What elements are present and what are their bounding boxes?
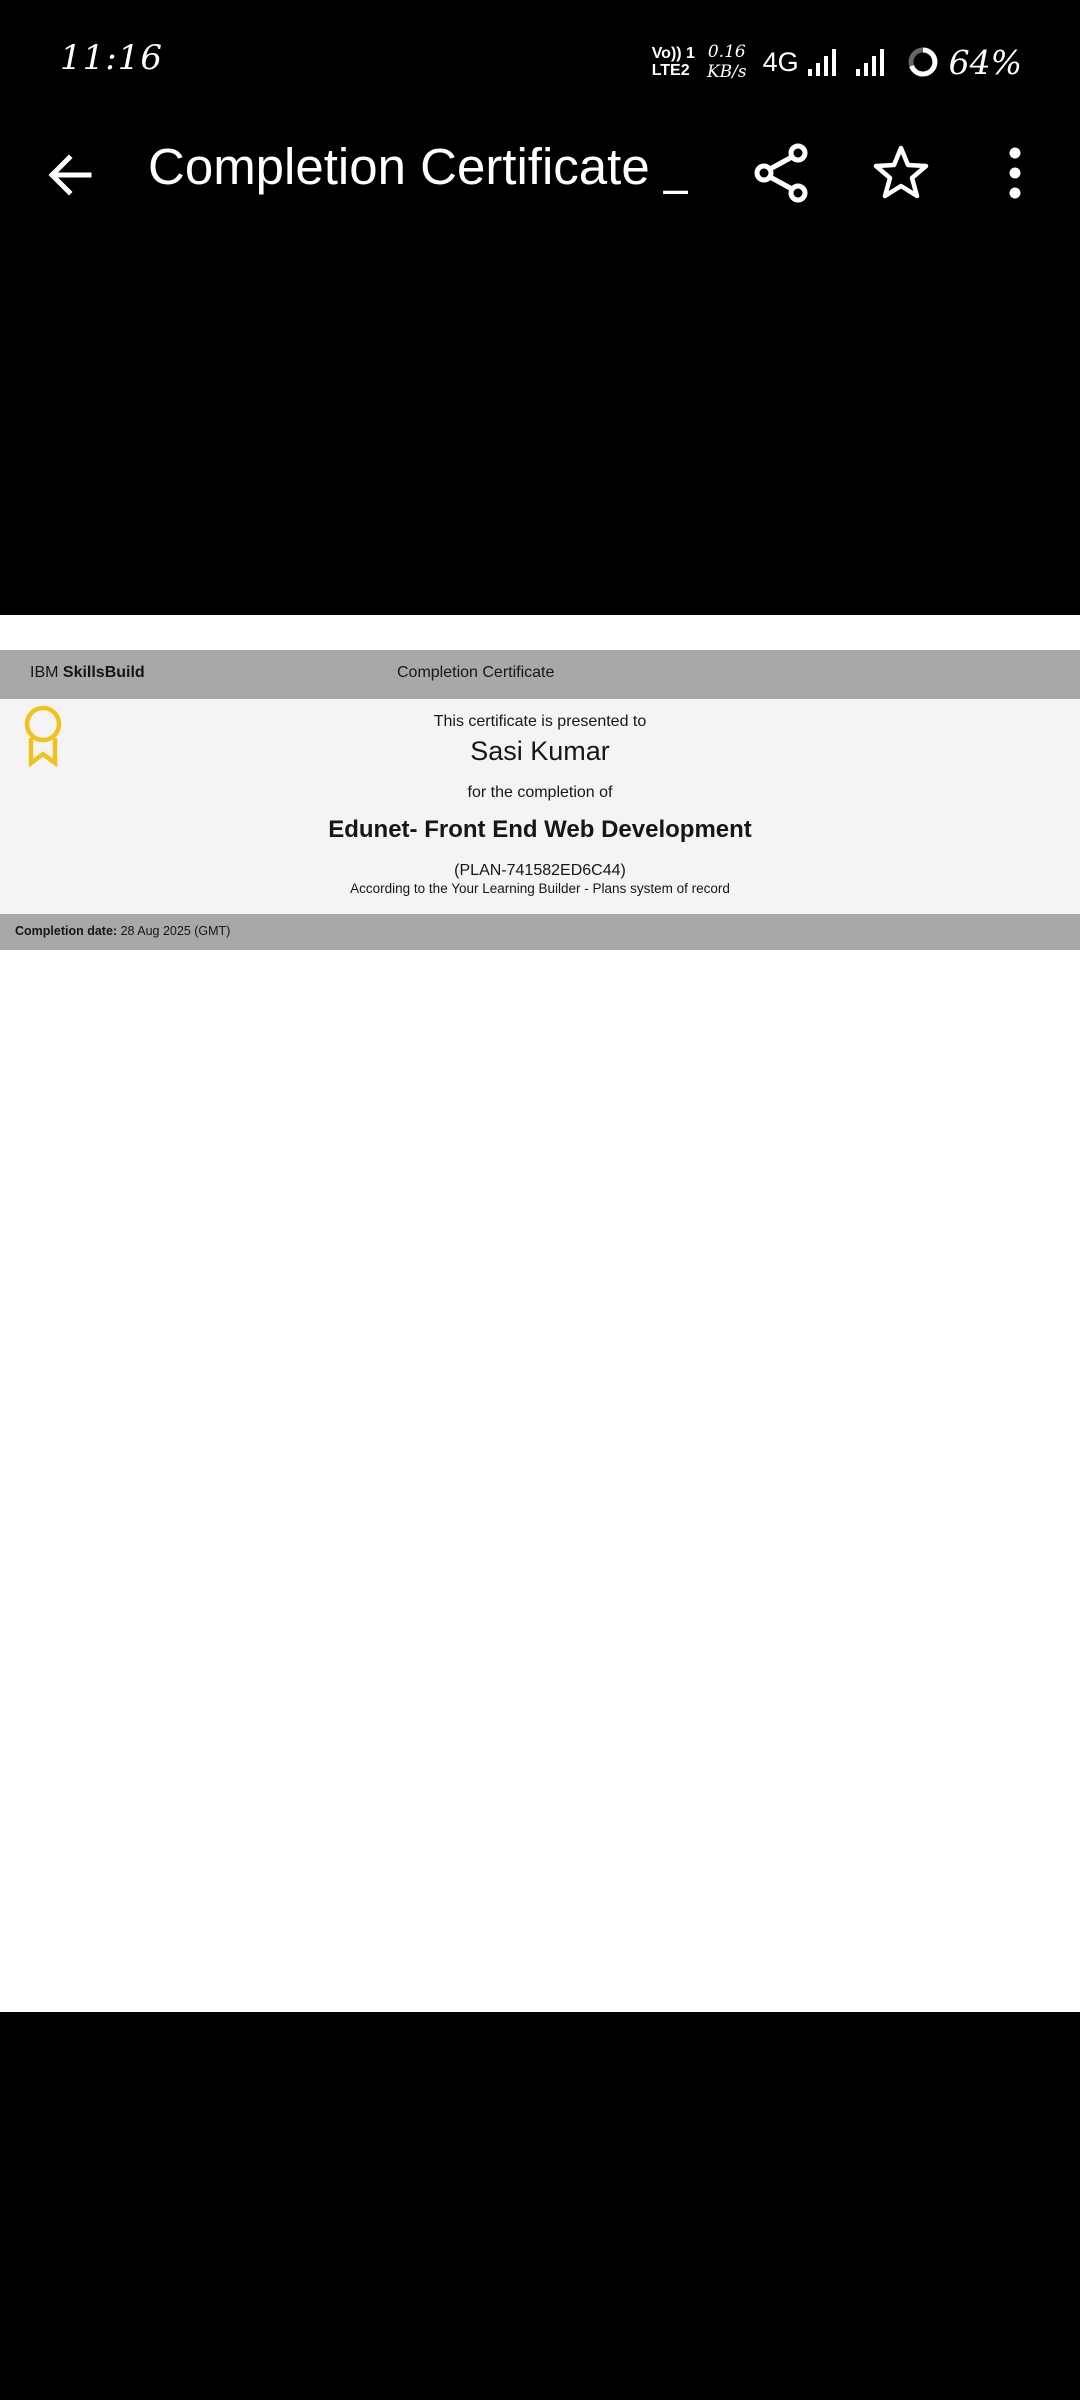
completion-date-label: Completion date: xyxy=(15,924,118,938)
brand-logo-text: IBM SkillsBuild xyxy=(30,664,145,682)
back-arrow-icon xyxy=(48,154,92,196)
speed-value: 0.16 xyxy=(707,42,746,62)
completion-of-text: for the completion of xyxy=(467,784,613,801)
presented-to-text: This certificate is presented to xyxy=(433,713,647,730)
app-bar: Completion Certificate _... xyxy=(0,125,1080,225)
volte-indicator: Vo)) 1 LTE2 xyxy=(652,45,695,79)
brand-name: SkillsBuild xyxy=(62,664,145,681)
clock: 11:16 xyxy=(60,38,163,78)
certificate-footer: Completion date: 28 Aug 2025 (GMT) xyxy=(0,914,1080,950)
document-title: Completion Certificate _... xyxy=(148,138,688,195)
status-icons: Vo)) 1 LTE2 0.16 KB/s 4G 64% xyxy=(652,38,1022,86)
course-title: Edunet- Front End Web Development xyxy=(328,816,752,843)
document-page: IBM SkillsBuild Completion Certificate T… xyxy=(0,615,1080,2012)
record-note: According to the Your Learning Builder -… xyxy=(350,881,730,896)
star-icon[interactable] xyxy=(871,143,931,203)
battery-percent: 64% xyxy=(948,42,1022,82)
network-type: 4G xyxy=(762,46,799,77)
volte-line2: LTE2 xyxy=(651,62,690,79)
recipient-name: Sasi Kumar xyxy=(470,736,610,766)
network-speed: 0.16 KB/s xyxy=(707,42,747,82)
certificate-header-title: Completion Certificate xyxy=(397,664,555,681)
status-bar: 11:16 Vo)) 1 LTE2 0.16 KB/s 4G 64% xyxy=(0,0,1080,125)
brand-prefix: IBM xyxy=(30,664,63,681)
completion-date-value: 28 Aug 2025 (GMT) xyxy=(117,924,231,938)
back-button[interactable] xyxy=(40,145,100,205)
share-icon[interactable] xyxy=(752,143,812,203)
signal-bars-icon xyxy=(807,49,836,76)
battery-icon xyxy=(908,47,938,77)
more-vert-icon[interactable] xyxy=(990,143,1040,203)
signal-bars-2-icon xyxy=(855,49,884,76)
certificate-header: IBM SkillsBuild Completion Certificate xyxy=(0,650,1080,699)
certificate-body: This certificate is presented to Sasi Ku… xyxy=(0,699,1080,914)
speed-unit: KB/s xyxy=(706,62,747,82)
completion-date: Completion date: 28 Aug 2025 (GMT) xyxy=(15,924,230,938)
plan-id: (PLAN-741582ED6C44) xyxy=(454,862,626,879)
volte-line1: Vo)) 1 xyxy=(651,45,695,62)
